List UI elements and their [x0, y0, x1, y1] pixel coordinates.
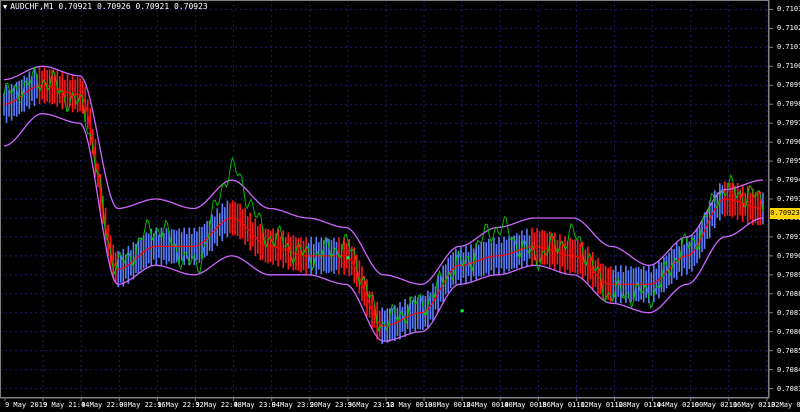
price-label: 0.70865	[777, 327, 800, 336]
price-label: 0.70995	[777, 81, 800, 90]
price-label: 0.71015	[777, 43, 800, 52]
price-label: 0.70905	[777, 251, 800, 260]
price-label: 0.71035	[777, 5, 800, 14]
current-price-tag: 0.70923	[770, 208, 800, 219]
symbol-header[interactable]: ▼ AUDCHF,M1 0.70921 0.70926 0.70921 0.709…	[3, 2, 208, 12]
price-label: 0.70965	[777, 138, 800, 147]
time-label: 10 May 02:48	[766, 401, 800, 409]
price-label: 0.70975	[777, 119, 800, 128]
price-label: 0.70945	[777, 176, 800, 185]
price-label: 0.70885	[777, 289, 800, 298]
price-label: 0.71025	[777, 24, 800, 33]
price-label: 0.70895	[777, 270, 800, 279]
price-label: 0.70875	[777, 308, 800, 317]
price-label: 0.70915	[777, 232, 800, 241]
price-label: 0.70955	[777, 157, 800, 166]
price-label: 0.71005	[777, 62, 800, 71]
price-label: 0.70845	[777, 365, 800, 374]
price-label: 0.70985	[777, 100, 800, 109]
price-label: 0.70855	[777, 346, 800, 355]
price-label: 0.70935	[777, 195, 800, 203]
symbol-timeframe: AUDCHF,M1	[10, 2, 54, 11]
ohlc-values: 0.70921 0.70926 0.70921 0.70923	[58, 2, 208, 11]
plot-area-border	[0, 0, 769, 398]
price-label: 0.70835	[777, 384, 800, 393]
collapse-triangle-icon[interactable]: ▼	[3, 2, 7, 12]
chart-window[interactable]: ▼ AUDCHF,M1 0.70921 0.70926 0.70921 0.709…	[0, 0, 800, 412]
time-label: 9 May 2019	[5, 401, 48, 409]
